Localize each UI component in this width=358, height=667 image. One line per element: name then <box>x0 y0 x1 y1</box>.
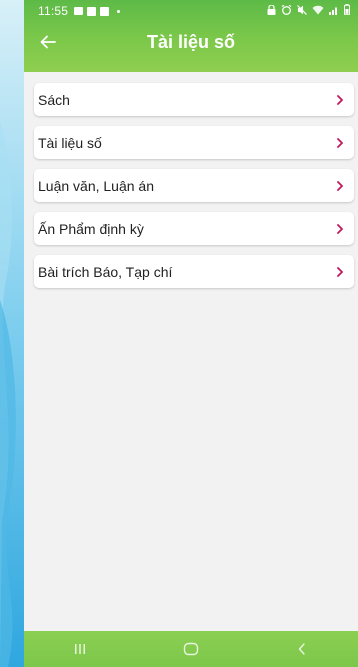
system-status-icons <box>267 4 350 15</box>
chevron-right-icon <box>336 266 344 277</box>
facebook-icon <box>87 6 97 16</box>
notification-icons <box>74 6 121 16</box>
alarm-icon <box>281 4 292 15</box>
list-item-tai-lieu-so[interactable]: Tài liệu số <box>34 126 354 159</box>
list-item-label: Sách <box>38 91 70 108</box>
app-header: 11:55 Tài liệu số <box>24 0 358 72</box>
status-time: 11:55 <box>38 4 69 18</box>
chevron-right-icon <box>336 137 344 148</box>
home-icon <box>183 642 199 656</box>
list-item-label: Tài liệu số <box>38 134 102 151</box>
wifi-icon <box>312 5 324 14</box>
mute-icon <box>297 4 307 15</box>
status-bar: 11:55 <box>24 0 358 22</box>
page-title: Tài liệu số <box>146 31 236 52</box>
list-item-luan-van-luan-an[interactable]: Luận văn, Luận án <box>34 169 354 202</box>
arrow-left-icon <box>40 35 56 49</box>
list-item-label: Bài trích Báo, Tạp chí <box>38 263 173 280</box>
back-button[interactable] <box>36 30 60 54</box>
signal-icon <box>329 7 337 15</box>
nav-back-button[interactable] <box>277 634 327 664</box>
list-item-an-pham-dinh-ky[interactable]: Ấn Phẩm định kỳ <box>34 212 354 245</box>
phone-screen: 11:55 Tài liệu số Sách Tài liệu số Luận … <box>24 0 358 667</box>
lock-icon <box>267 4 276 15</box>
system-navigation-bar <box>24 631 358 667</box>
message-icon <box>74 7 84 15</box>
recents-icon <box>74 644 85 654</box>
toolbar: Tài liệu số <box>24 22 358 62</box>
category-list: Sách Tài liệu số Luận văn, Luận án Ấn Ph… <box>34 83 356 298</box>
list-item-label: Luận văn, Luận án <box>38 177 154 194</box>
chevron-right-icon <box>336 223 344 234</box>
recents-button[interactable] <box>55 634 105 664</box>
chevron-right-icon <box>336 94 344 105</box>
list-item-label: Ấn Phẩm định kỳ <box>38 220 144 237</box>
list-item-bai-trich-bao-tap-chi[interactable]: Bài trích Báo, Tạp chí <box>34 255 354 288</box>
chevron-right-icon <box>336 180 344 191</box>
facebook-icon <box>100 6 110 16</box>
back-icon <box>299 643 306 655</box>
list-item-sach[interactable]: Sách <box>34 83 354 116</box>
battery-icon <box>344 4 350 15</box>
more-notifications-icon <box>117 9 121 13</box>
home-button[interactable] <box>166 634 216 664</box>
